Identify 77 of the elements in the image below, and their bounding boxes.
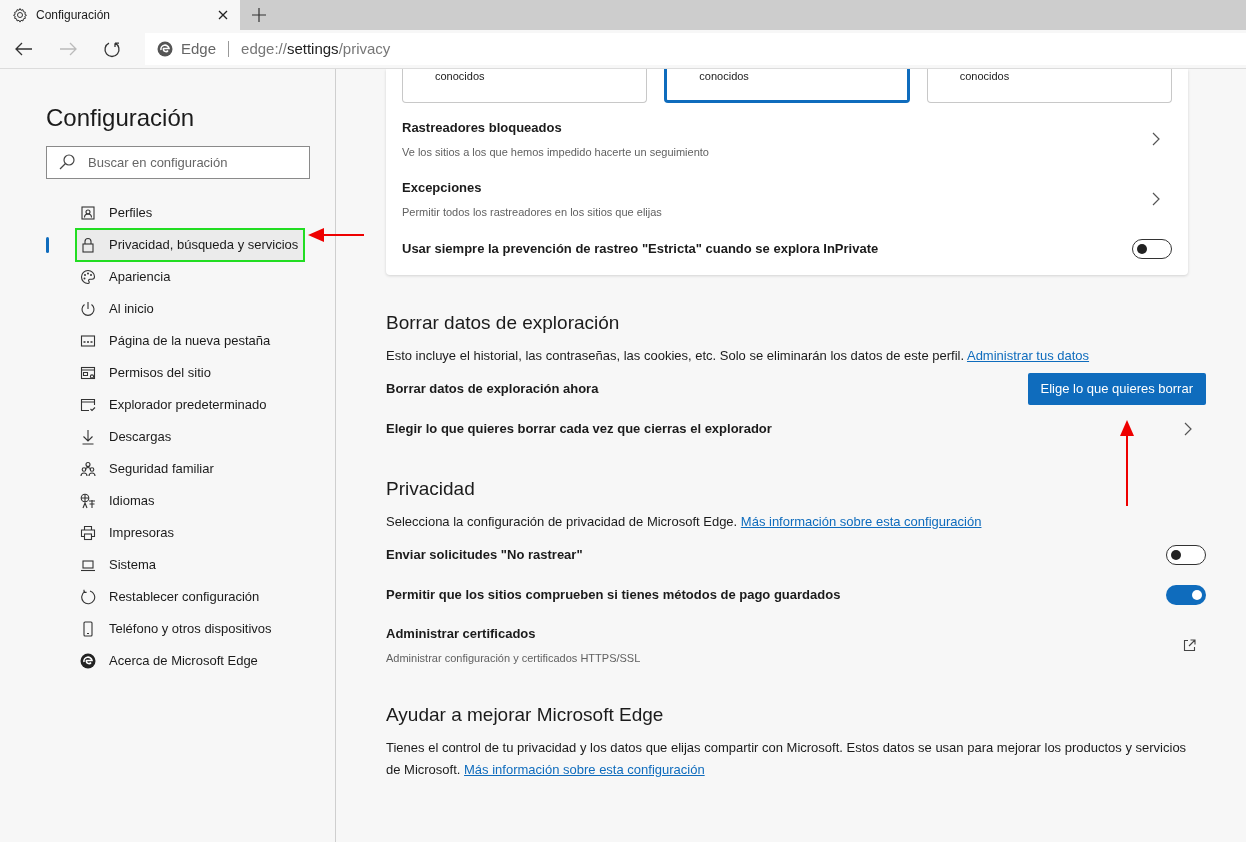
browser-window-icon [80, 397, 96, 413]
sidebar-item[interactable]: Descargas [76, 421, 178, 453]
sidebar-item[interactable]: Teléfono y otros dispositivos [76, 613, 278, 645]
sidebar-item[interactable]: Al inicio [76, 293, 160, 325]
sidebar-item[interactable]: Privacidad, búsqueda y servicios [76, 229, 305, 261]
sidebar-item[interactable]: Perfiles [76, 197, 159, 229]
setting-title: Administrar certificados [386, 625, 537, 643]
profile-icon [80, 205, 96, 221]
new-tab-icon[interactable] [252, 8, 266, 22]
search-field[interactable]: Buscar en configuración [46, 146, 310, 179]
sidebar-item[interactable]: Permisos del sitio [76, 357, 217, 389]
family-icon [80, 461, 96, 477]
sidebar-item[interactable]: Sistema [76, 549, 162, 581]
chevron-right-icon[interactable] [1184, 422, 1192, 436]
laptop-icon [80, 557, 96, 573]
external-link-icon[interactable] [1183, 638, 1196, 652]
tab-title: Configuración [36, 7, 112, 24]
setting-title: Borrar datos de exploración ahora [386, 380, 599, 399]
search-icon [59, 154, 75, 170]
sidebar-item[interactable]: Página de la nueva pestaña [76, 325, 277, 357]
annotation-arrow [308, 228, 364, 242]
sidebar-item[interactable]: Restablecer configuración [76, 581, 266, 613]
toggle-switch[interactable] [1132, 239, 1172, 259]
section-description: Selecciona la configuración de privacidad de Microsoft Edge. Más información sobre esta configuración [386, 513, 983, 531]
back-icon[interactable] [15, 42, 33, 56]
section-description: Tienes el control de tu privacidad y los datos que elijas compartir con Microsoft. Estos datos se usan para mejorar los productos y servicios de Microsoft. Más información sobre esta configuración [386, 739, 1188, 779]
edge-logo-icon [157, 41, 173, 57]
toggle-switch[interactable] [1166, 545, 1206, 565]
printer-icon [80, 525, 96, 541]
new-tab-page-icon [80, 333, 96, 349]
sidebar-item[interactable]: Apariencia [76, 261, 177, 293]
section-heading: Ayudar a mejorar Microsoft Edge [386, 703, 665, 727]
setting-description: Administrar configuración y certificados HTTPS/SSL [386, 650, 641, 666]
section-description: Esto incluye el historial, las contraseñas, las cookies, etc. Solo se eliminarán los datos de este perfil. Administrar tus datos [386, 347, 1091, 365]
lock-icon [80, 237, 96, 253]
chevron-right-icon[interactable] [1152, 192, 1160, 206]
palette-icon [80, 269, 96, 285]
setting-title: Permitir que los sitios comprueben si tienes métodos de pago guardados [386, 586, 841, 605]
browser-tab[interactable]: Configuración [0, 0, 240, 30]
sidebar-item[interactable]: Explorador predeterminado [76, 389, 273, 421]
learn-more-link[interactable]: Más información sobre esta configuración [464, 762, 705, 777]
settings-icon [12, 7, 28, 23]
clear-data-button[interactable]: Elige lo que quieres borrar [1027, 373, 1206, 405]
edge-logo-icon [80, 653, 96, 669]
sidebar-item[interactable]: Seguridad familiar [76, 453, 220, 485]
section-heading: Borrar datos de exploración [386, 311, 621, 335]
setting-title: Excepciones [402, 179, 483, 197]
selection-indicator [46, 237, 49, 253]
site-label: Edge [181, 38, 217, 59]
power-icon [80, 301, 96, 317]
tracking-level-card[interactable]: conocidos [664, 69, 910, 103]
sidebar-item[interactable]: Idiomas [76, 485, 161, 517]
site-permissions-icon [80, 365, 96, 381]
setting-description: Ve los sitios a los que hemos impedido hacerte un seguimiento [402, 144, 709, 160]
address-bar[interactable]: Edge edge://settings/privacy [145, 33, 1246, 65]
setting-title: Usar siempre la prevención de rastreo "Estricta" cuando se explora InPrivate [402, 240, 879, 259]
toggle-switch[interactable] [1166, 585, 1206, 605]
reset-icon [80, 589, 96, 605]
section-heading: Privacidad [386, 477, 476, 501]
refresh-icon[interactable] [103, 40, 121, 58]
setting-description: Permitir todos los rastreadores en los sitios que elijas [402, 204, 662, 220]
tracking-level-card[interactable]: conocidos [402, 69, 648, 103]
chevron-right-icon[interactable] [1152, 132, 1160, 146]
setting-title: Enviar solicitudes "No rastrear" [386, 546, 583, 565]
language-icon [80, 493, 96, 509]
tracking-level-card[interactable]: conocidos [926, 69, 1172, 103]
setting-title: Elegir lo que quieres borrar cada vez que cierras el explorador [386, 420, 772, 439]
download-icon [80, 429, 96, 445]
phone-icon [80, 621, 96, 637]
learn-more-link[interactable]: Administrar tus datos [966, 348, 1090, 363]
setting-title: Rastreadores bloqueados [402, 119, 563, 137]
sidebar-item[interactable]: Impresoras [76, 517, 181, 549]
url-text: edge://settings/privacy [241, 38, 391, 59]
close-icon[interactable] [218, 10, 228, 20]
sidebar-title: Configuración [46, 103, 196, 133]
sidebar-item[interactable]: Acerca de Microsoft Edge [76, 645, 264, 677]
learn-more-link[interactable]: Más información sobre esta configuración [740, 514, 982, 529]
